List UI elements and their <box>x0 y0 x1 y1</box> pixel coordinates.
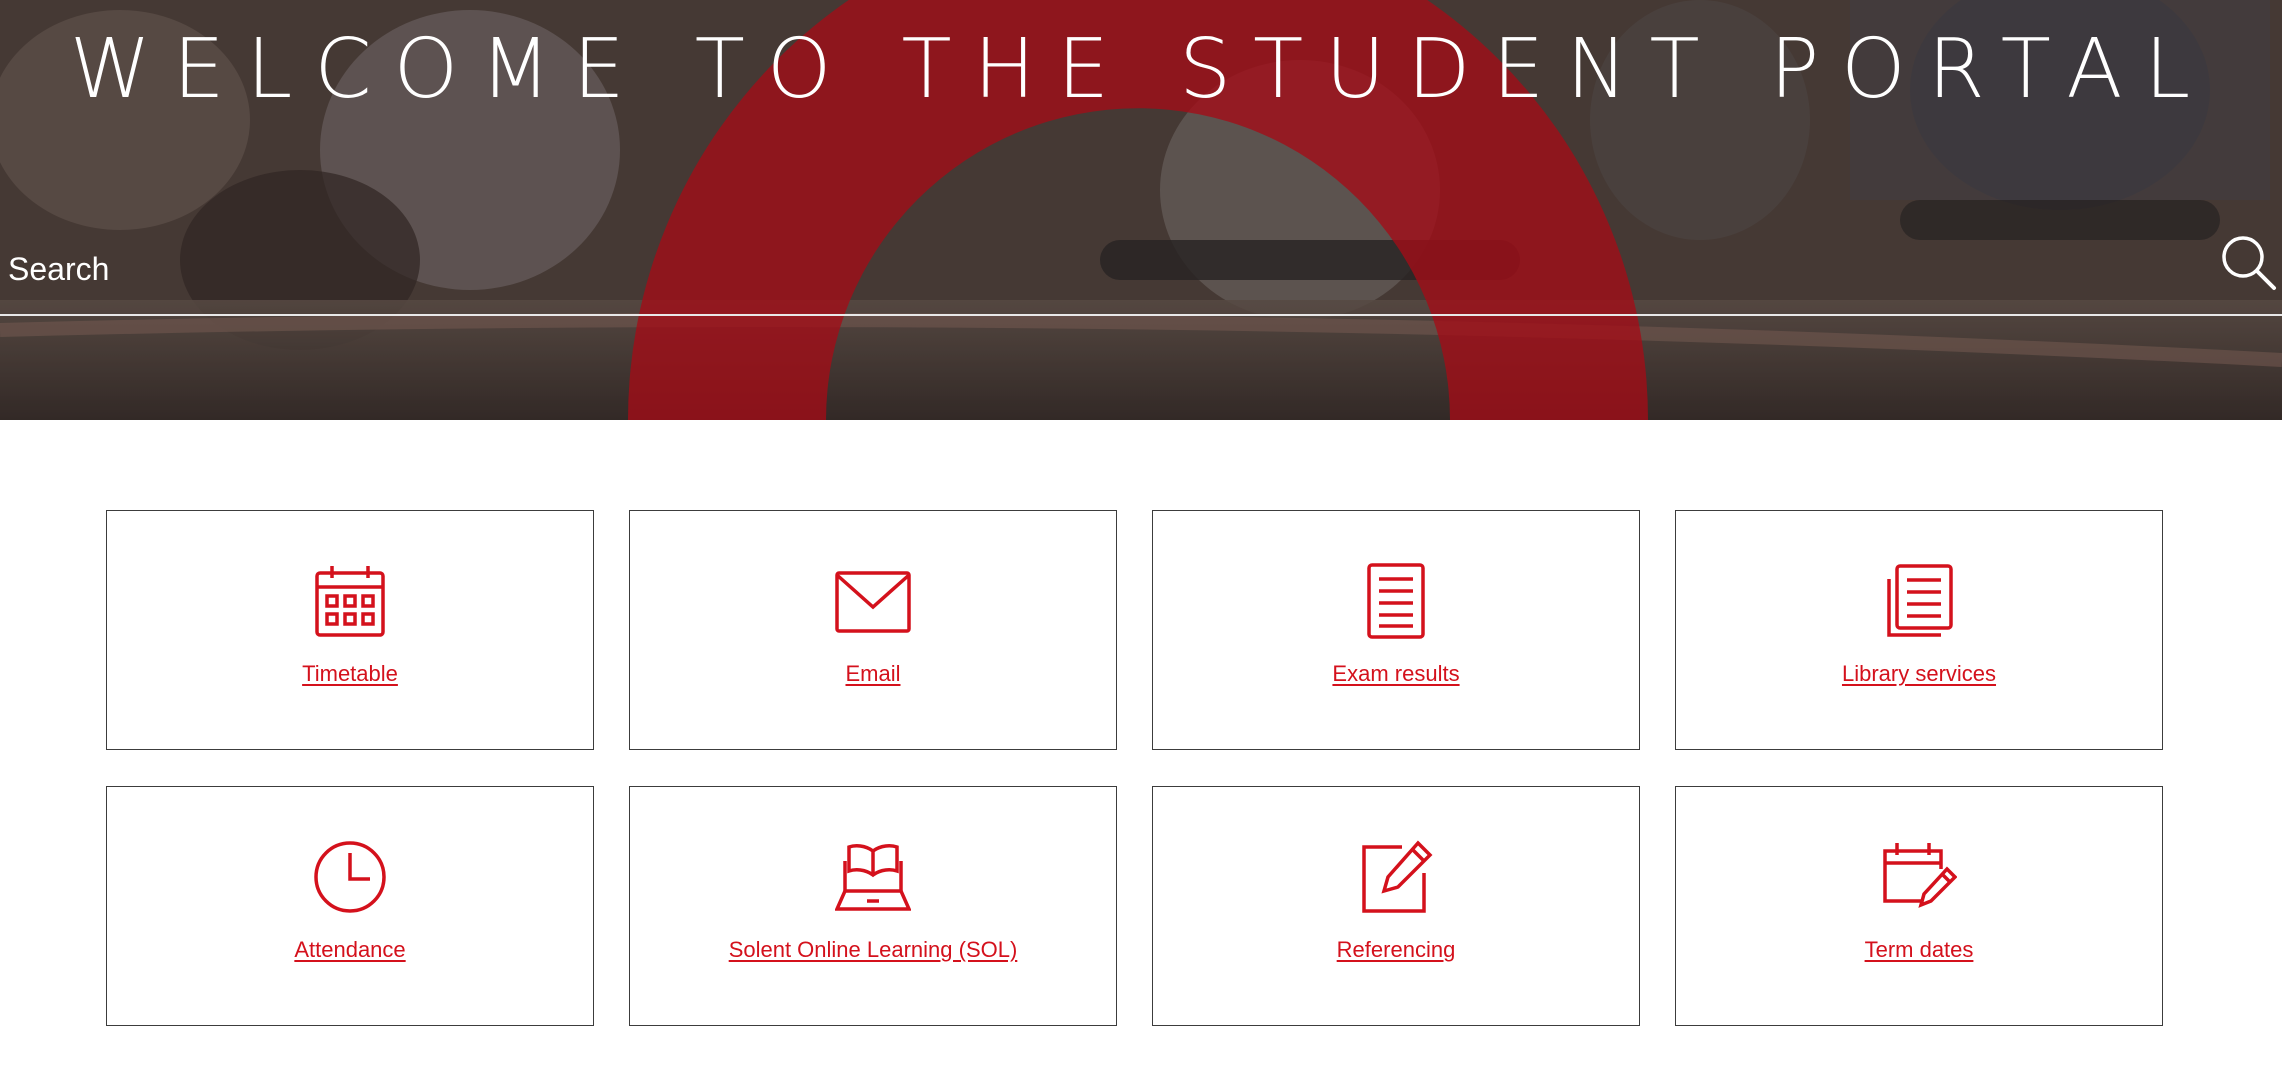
tile-solent-online-learning[interactable]: Solent Online Learning (SOL) <box>629 786 1117 1026</box>
clock-icon <box>312 839 388 915</box>
tile-label[interactable]: Referencing <box>1153 937 1639 963</box>
tile-attendance[interactable]: Attendance <box>106 786 594 1026</box>
tile-label[interactable]: Attendance <box>107 937 593 963</box>
documents-stack-icon <box>1881 563 1957 639</box>
tile-referencing[interactable]: Referencing <box>1152 786 1640 1026</box>
tile-exam-results[interactable]: Exam results <box>1152 510 1640 750</box>
search-input[interactable] <box>6 236 2190 302</box>
tile-label[interactable]: Term dates <box>1676 937 2162 963</box>
edit-pencil-icon <box>1358 839 1434 915</box>
envelope-icon <box>835 563 911 639</box>
tile-library-services[interactable]: Library services <box>1675 510 2163 750</box>
tile-label[interactable]: Exam results <box>1153 661 1639 687</box>
search-bar <box>0 220 2282 316</box>
calendar-edit-icon <box>1881 839 1957 915</box>
tile-label[interactable]: Library services <box>1676 661 2162 687</box>
tile-term-dates[interactable]: Term dates <box>1675 786 2163 1026</box>
document-icon <box>1358 563 1434 639</box>
tile-timetable[interactable]: Timetable <box>106 510 594 750</box>
hero-banner: WELCOME TO THE STUDENT PORTAL <box>0 0 2282 420</box>
tile-label[interactable]: Email <box>630 661 1116 687</box>
laptop-book-icon <box>835 839 911 915</box>
quick-links-grid: Timetable Email Exam results Library ser… <box>106 510 2166 1026</box>
page-title: WELCOME TO THE STUDENT PORTAL <box>69 22 2213 117</box>
tile-label[interactable]: Timetable <box>107 661 593 687</box>
tile-label[interactable]: Solent Online Learning (SOL) <box>630 937 1116 963</box>
search-icon[interactable] <box>2218 232 2278 292</box>
tile-email[interactable]: Email <box>629 510 1117 750</box>
calendar-icon <box>312 563 388 639</box>
